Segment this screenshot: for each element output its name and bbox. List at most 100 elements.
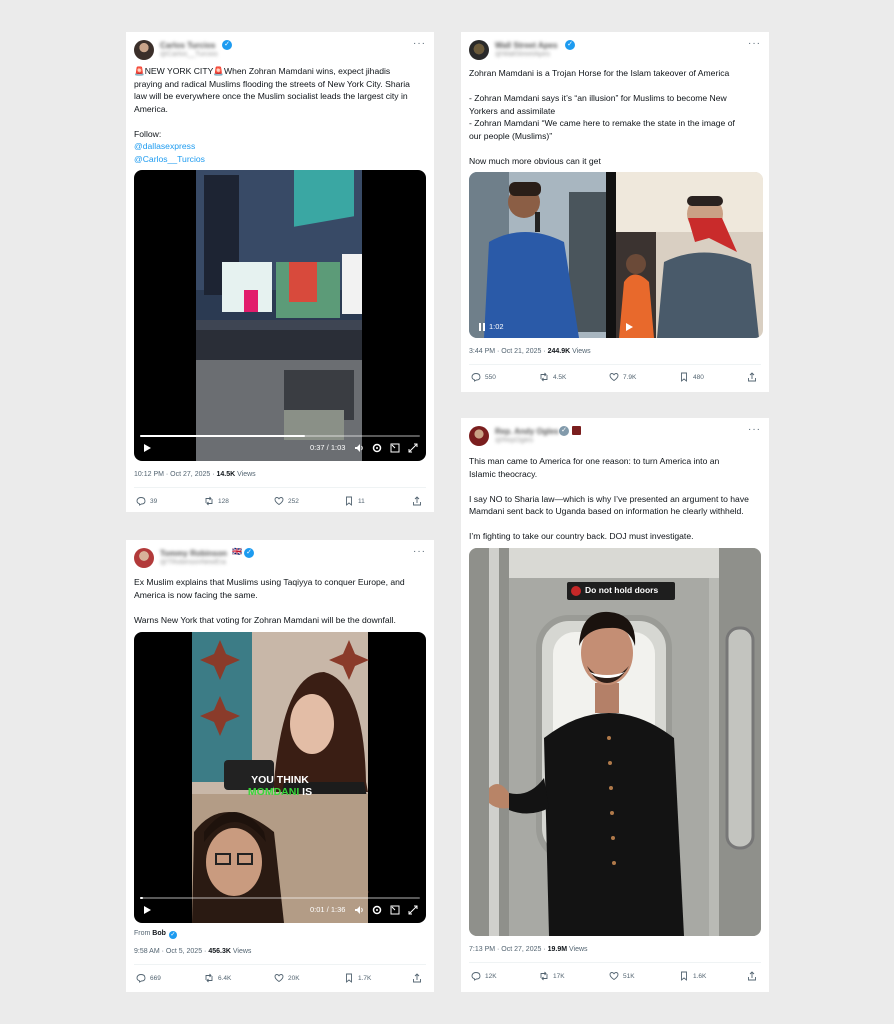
author-name[interactable]: Rep. Andy Ogles xyxy=(495,427,559,436)
reply-count: 12K xyxy=(485,972,497,980)
author-name[interactable]: Tommy Robinson xyxy=(160,549,227,558)
video-progress-bar[interactable] xyxy=(140,897,420,899)
play-icon[interactable] xyxy=(142,443,152,453)
text-line: Islamic theocracy. xyxy=(469,468,538,479)
bookmark-button[interactable]: 1.6K xyxy=(679,971,706,981)
pip-icon[interactable] xyxy=(390,443,400,453)
play-icon[interactable] xyxy=(142,905,152,915)
tweet-header: Wall Street Apes ✓ @WallStreetApes ··· xyxy=(469,38,761,64)
video-time: 0:01 / 1:36 xyxy=(310,905,346,914)
author-handle[interactable]: @WallStreetApes xyxy=(495,51,550,58)
tweet-meta: 9:58 AM · Oct 5, 2025 · 456.3K Views xyxy=(134,948,251,955)
avatar[interactable] xyxy=(469,426,489,446)
views-count: 14.5K xyxy=(216,471,236,478)
bookmark-button[interactable]: 1.7K xyxy=(344,973,371,983)
reply-button[interactable]: 669 xyxy=(136,973,161,983)
video-caption: YOU THINK MOMDANI IS xyxy=(134,774,426,798)
bookmark-button[interactable]: 11 xyxy=(344,496,365,506)
tweet-actions: 39 128 252 11 xyxy=(134,496,426,510)
repost-count: 4.5K xyxy=(553,373,567,381)
flag-icon: 🇬🇧 xyxy=(232,547,242,556)
reply-icon xyxy=(136,974,146,983)
more-options-icon[interactable]: ··· xyxy=(748,424,761,435)
pause-icon[interactable] xyxy=(477,322,487,332)
volume-icon[interactable] xyxy=(354,905,364,915)
tweet-header: Rep. Andy Ogles ✓ @RepOgles ··· xyxy=(469,424,761,450)
repost-count: 6.4K xyxy=(218,974,232,982)
pip-icon[interactable] xyxy=(390,905,400,915)
like-button[interactable]: 51K xyxy=(609,971,635,981)
heart-icon xyxy=(274,974,284,983)
author-handle[interactable]: @TRobinsonNewEra xyxy=(160,559,226,566)
video-progress-fill xyxy=(140,897,143,899)
from-name[interactable]: Bob xyxy=(152,930,166,937)
door-sign: Do not hold doors xyxy=(585,585,659,595)
repost-button[interactable]: 6.4K xyxy=(204,973,231,983)
video-controls: 0:37 / 1:03 xyxy=(134,431,426,461)
mention-link[interactable]: @Carlos__Turcios xyxy=(134,153,426,166)
video-time: 1:02 xyxy=(489,322,504,331)
repost-button[interactable]: 4.5K xyxy=(539,372,566,382)
like-button[interactable]: 252 xyxy=(274,496,299,506)
divider xyxy=(134,964,426,965)
text-line xyxy=(134,115,426,128)
bookmark-icon xyxy=(346,973,352,983)
share-button[interactable] xyxy=(747,372,757,382)
repost-button[interactable]: 128 xyxy=(204,496,229,506)
bookmark-count: 1.6K xyxy=(693,972,707,980)
avatar[interactable] xyxy=(134,548,154,568)
bookmark-button[interactable]: 480 xyxy=(679,372,704,382)
video-progress-bar[interactable] xyxy=(140,435,420,437)
settings-icon[interactable] xyxy=(372,443,382,453)
avatar[interactable] xyxy=(469,40,489,60)
author-handle[interactable]: @RepOgles xyxy=(495,437,533,444)
verified-badge-icon: ✓ xyxy=(222,40,232,50)
timestamp[interactable]: 3:44 PM · Oct 21, 2025 · xyxy=(469,348,548,355)
affiliate-badge-icon xyxy=(572,426,581,435)
caption-line: YOU THINK xyxy=(251,774,309,786)
share-button[interactable] xyxy=(412,496,422,506)
verified-badge-icon: ✓ xyxy=(244,548,254,558)
text-line: America. xyxy=(134,103,168,114)
timestamp[interactable]: 9:58 AM · Oct 5, 2025 · xyxy=(134,948,208,955)
like-button[interactable]: 20K xyxy=(274,973,300,983)
timestamp[interactable]: 7:13 PM · Oct 27, 2025 · xyxy=(469,946,548,953)
like-button[interactable]: 7.9K xyxy=(609,372,636,382)
reply-button[interactable]: 12K xyxy=(471,971,497,981)
settings-icon[interactable] xyxy=(372,905,382,915)
repost-button[interactable]: 17K xyxy=(539,971,565,981)
reply-icon xyxy=(471,972,481,981)
author-handle[interactable]: @Carlos__Turcios xyxy=(160,51,218,58)
tweet-card-4: Rep. Andy Ogles ✓ @RepOgles ··· This man… xyxy=(461,418,769,992)
video-player[interactable]: 0:37 / 1:03 xyxy=(134,170,426,461)
author-name[interactable]: Wall Street Apes xyxy=(495,41,558,50)
more-options-icon[interactable]: ··· xyxy=(748,38,761,49)
avatar[interactable] xyxy=(134,40,154,60)
more-options-icon[interactable]: ··· xyxy=(413,38,426,49)
author-name[interactable]: Carlos Turcios xyxy=(160,41,215,50)
tweet-text: This man came to America for one reason:… xyxy=(469,455,761,543)
reply-icon xyxy=(471,373,481,382)
photo[interactable]: Do not hold doors xyxy=(469,548,761,936)
reply-button[interactable]: 39 xyxy=(136,496,157,506)
video-player[interactable]: YOU THINK MOMDANI IS 0:01 / 1:36 xyxy=(134,632,426,923)
fullscreen-icon[interactable] xyxy=(408,905,418,915)
heart-icon xyxy=(609,373,619,382)
share-button[interactable] xyxy=(747,971,757,981)
like-count: 51K xyxy=(623,972,635,980)
bookmark-icon xyxy=(681,971,687,981)
fullscreen-icon[interactable] xyxy=(408,443,418,453)
text-line: This man came to America for one reason:… xyxy=(469,456,720,466)
share-button[interactable] xyxy=(412,973,422,983)
tweet-meta: 10:12 PM · Oct 27, 2025 · 14.5K Views xyxy=(134,471,256,478)
volume-icon[interactable] xyxy=(354,443,364,453)
text-line: - Zohran Mamdani says it’s “an illusion”… xyxy=(469,93,727,103)
video-player[interactable]: 1:02 xyxy=(469,172,763,338)
more-options-icon[interactable]: ··· xyxy=(413,546,426,557)
timestamp[interactable]: 10:12 PM · Oct 27, 2025 · xyxy=(134,471,217,478)
share-icon xyxy=(748,971,756,981)
views-label: Views xyxy=(567,946,588,953)
share-icon xyxy=(748,372,756,382)
reply-button[interactable]: 550 xyxy=(471,372,496,382)
mention-link[interactable]: @dallasexpress xyxy=(134,140,426,153)
